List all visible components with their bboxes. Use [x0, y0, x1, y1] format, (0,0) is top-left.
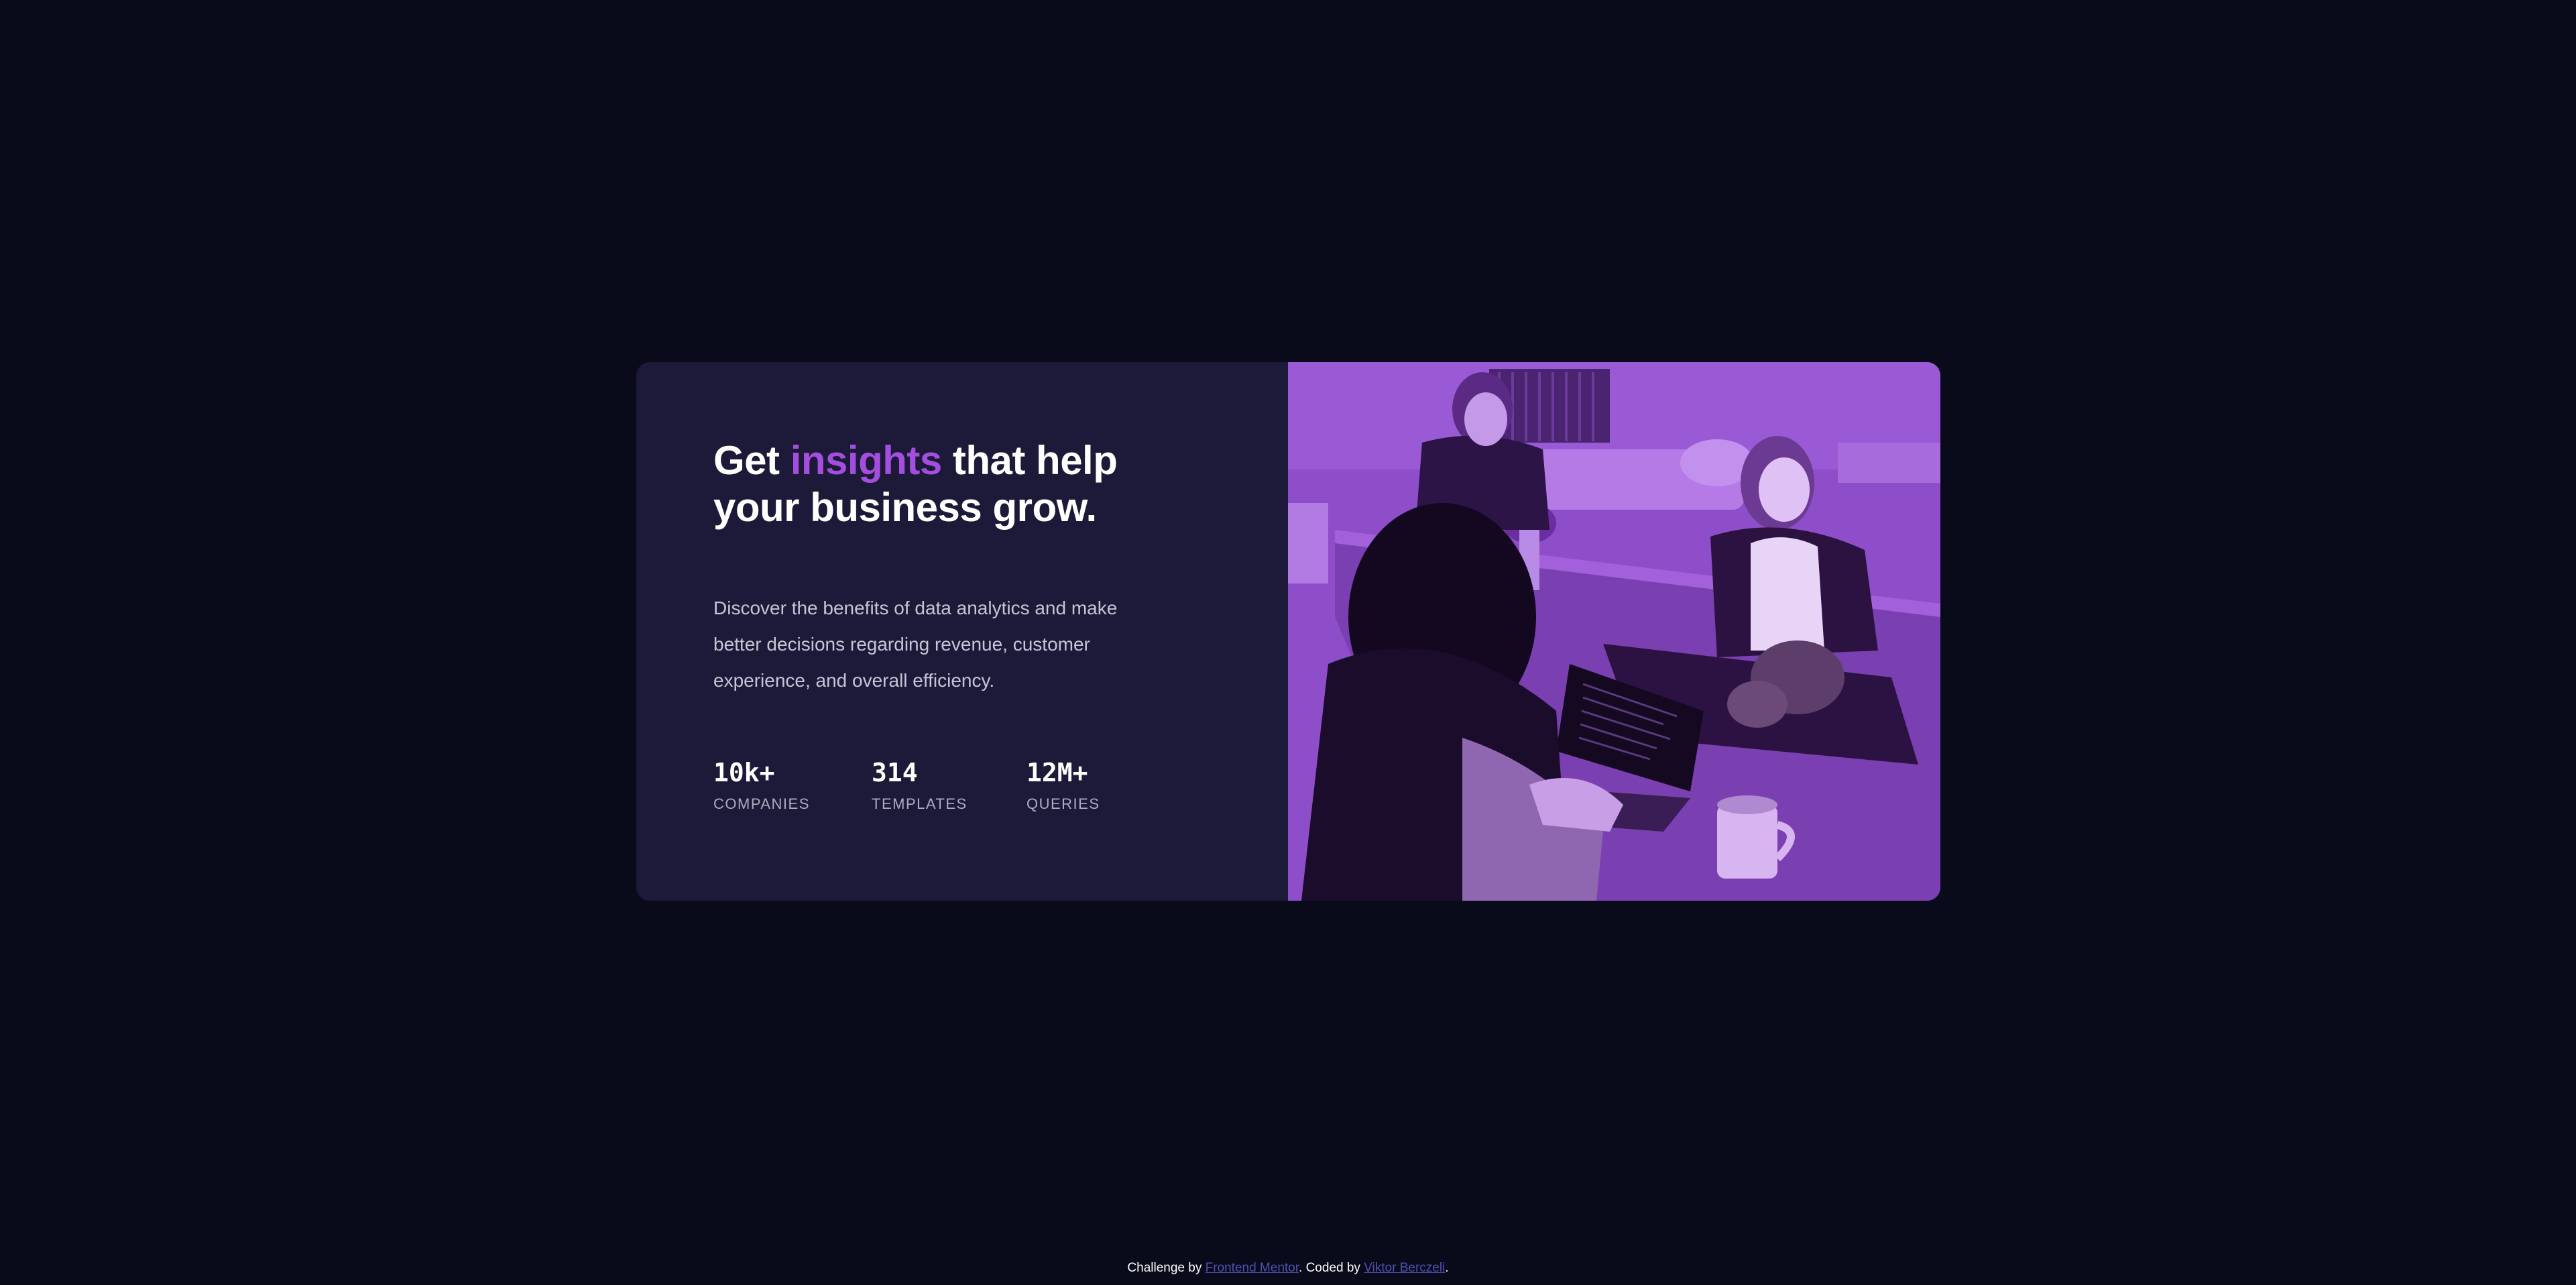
office-team-illustration — [1288, 362, 1940, 901]
attribution-footer: Challenge by Frontend Mentor. Coded by V… — [0, 1261, 2576, 1276]
headline: Get insights that help your business gro… — [713, 437, 1196, 531]
office-team-image — [1288, 362, 1940, 901]
stat-label: QUERIES — [1027, 795, 1100, 812]
stat-templates: 314 TEMPLATES — [872, 758, 968, 813]
headline-accent: insights — [790, 438, 943, 483]
stat-label: COMPANIES — [713, 795, 810, 812]
stat-value: 10k+ — [713, 758, 775, 787]
stat-label: TEMPLATES — [872, 795, 968, 812]
description: Discover the benefits of data analytics … — [713, 598, 1118, 691]
stat-queries: 12M+ QUERIES — [1027, 758, 1100, 813]
stats-row: 10k+ COMPANIES 314 TEMPLATES 12M+ QUERIE… — [713, 758, 1196, 838]
stats-preview-card: Get insights that help your business gro… — [636, 362, 1940, 901]
author-link[interactable]: Viktor Berczeli — [1364, 1261, 1445, 1275]
stat-value: 12M+ — [1027, 758, 1088, 787]
footer-challenge-text: Challenge by — [1127, 1261, 1206, 1275]
footer-suffix: . — [1445, 1261, 1449, 1275]
frontend-mentor-link[interactable]: Frontend Mentor — [1206, 1261, 1299, 1275]
stat-companies: 10k+ COMPANIES — [713, 758, 810, 813]
card-content: Get insights that help your business gro… — [636, 362, 1288, 901]
stat-value: 314 — [872, 758, 918, 787]
headline-start: Get — [713, 438, 791, 483]
footer-coded-text: . Coded by — [1299, 1261, 1364, 1275]
